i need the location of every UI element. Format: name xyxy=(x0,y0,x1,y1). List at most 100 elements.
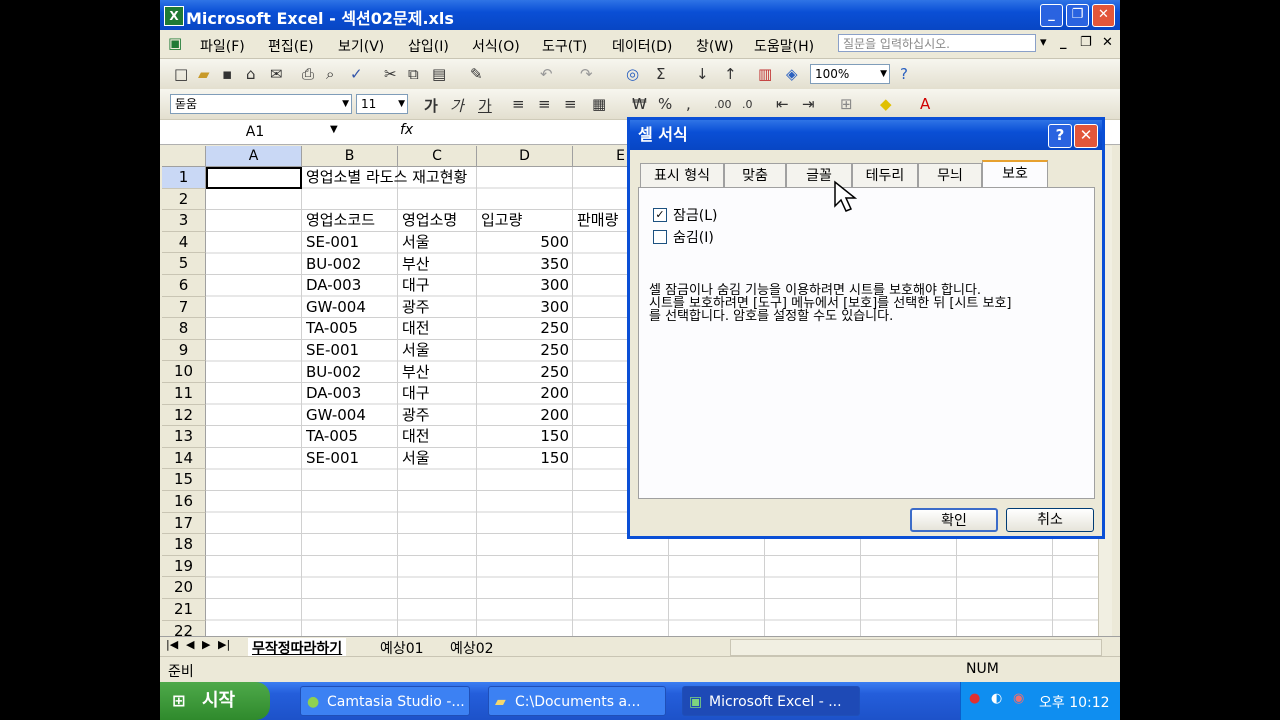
tab-number-format[interactable]: 표시 형식 xyxy=(640,163,724,187)
spelling-icon[interactable]: ✓ xyxy=(350,65,363,83)
menu-data[interactable]: 데이터(D) xyxy=(612,36,672,56)
row-header-2[interactable]: 2 xyxy=(162,188,206,211)
row-header-21[interactable]: 21 xyxy=(162,599,206,621)
row-header-4[interactable]: 4 xyxy=(162,231,206,254)
cell-qty[interactable]: 150 xyxy=(477,426,569,447)
row-header-3[interactable]: 3 xyxy=(162,210,206,232)
fill-color-icon[interactable]: ◆ xyxy=(880,95,892,113)
row-header-19[interactable]: 19 xyxy=(162,555,206,578)
cancel-button[interactable]: 취소 xyxy=(1006,508,1094,532)
lock-checkbox[interactable]: ✓ xyxy=(653,208,667,222)
print-icon[interactable]: ⎙ xyxy=(302,65,314,83)
paste-icon[interactable]: ▤ xyxy=(432,65,446,83)
row-header-12[interactable]: 12 xyxy=(162,404,206,427)
cell-code[interactable]: GW-004 xyxy=(306,297,366,318)
menu-format[interactable]: 서식(O) xyxy=(472,36,520,56)
row-header-17[interactable]: 17 xyxy=(162,512,206,535)
cell-code[interactable]: SE-001 xyxy=(306,232,359,253)
help-button[interactable]: ? xyxy=(1048,124,1072,148)
currency-button[interactable]: ₩ xyxy=(632,95,647,113)
menu-file[interactable]: 파일(F) xyxy=(200,36,245,56)
underline-button[interactable]: 가 xyxy=(478,95,492,116)
cell-branch[interactable]: 서울 xyxy=(402,448,430,469)
cell-header[interactable]: 입고량 xyxy=(481,210,522,231)
help-icon[interactable]: ? xyxy=(900,65,908,83)
function-icon[interactable]: fx xyxy=(400,122,413,138)
decrease-decimal-icon[interactable]: .0 xyxy=(742,98,753,111)
row-header-20[interactable]: 20 xyxy=(162,577,206,599)
redo-icon[interactable]: ↷ xyxy=(580,65,593,83)
copy-icon[interactable]: ⧉ xyxy=(408,65,419,83)
bold-button[interactable]: 가 xyxy=(424,95,438,116)
increase-indent-icon[interactable]: ⇥ xyxy=(802,95,815,113)
cell-qty[interactable]: 250 xyxy=(477,362,569,383)
cell-header[interactable]: 영업소명 xyxy=(402,210,457,231)
decrease-indent-icon[interactable]: ⇤ xyxy=(776,95,789,113)
dialog-close-button[interactable]: ✕ xyxy=(1074,124,1098,148)
font-size-select[interactable]: 11 ▼ xyxy=(356,94,408,114)
chevron-down-icon[interactable]: ▾ xyxy=(1040,35,1047,50)
cell-qty[interactable]: 150 xyxy=(477,448,569,469)
tray-app-icon[interactable]: ◐ xyxy=(991,691,1002,706)
percent-button[interactable]: % xyxy=(658,95,672,113)
cell-branch[interactable]: 서울 xyxy=(402,232,430,253)
task-explorer[interactable]: ▰ C:\Documents a... xyxy=(488,686,666,716)
merge-center-icon[interactable]: ▦ xyxy=(592,95,606,113)
open-folder-icon[interactable]: ▰ xyxy=(198,65,210,83)
tab-pattern[interactable]: 무늬 xyxy=(918,163,982,187)
tray-record-icon[interactable]: ● xyxy=(969,691,980,706)
chart-wizard-icon[interactable]: ▥ xyxy=(758,65,772,83)
row-header-18[interactable]: 18 xyxy=(162,534,206,556)
col-header-d[interactable]: D xyxy=(477,146,573,167)
doc-restore-button[interactable]: ❐ xyxy=(1080,35,1092,50)
col-header-b[interactable]: B xyxy=(302,146,398,167)
increase-decimal-icon[interactable]: .00 xyxy=(714,98,732,111)
start-button[interactable]: ⊞ 시작 xyxy=(160,682,270,720)
menu-view[interactable]: 보기(V) xyxy=(338,36,384,56)
menu-help[interactable]: 도움말(H) xyxy=(754,36,814,56)
cell-branch[interactable]: 부산 xyxy=(402,254,430,275)
col-header-c[interactable]: C xyxy=(398,146,477,167)
cell-branch[interactable]: 서울 xyxy=(402,340,430,361)
menu-tools[interactable]: 도구(T) xyxy=(542,36,587,56)
doc-close-button[interactable]: ✕ xyxy=(1102,35,1113,50)
cell-qty[interactable]: 350 xyxy=(477,254,569,275)
tab-nav-last-icon[interactable]: ▶| xyxy=(218,638,230,651)
sheet-tab[interactable]: 예상01 xyxy=(380,638,424,658)
zoom-select[interactable]: 100% ▼ xyxy=(810,64,890,84)
cell-header[interactable]: 판매량 xyxy=(577,210,618,231)
menu-edit[interactable]: 편집(E) xyxy=(268,36,314,56)
row-header-6[interactable]: 6 xyxy=(162,275,206,297)
task-camtasia[interactable]: ● Camtasia Studio -... xyxy=(300,686,470,716)
new-file-icon[interactable]: □ xyxy=(174,65,188,83)
borders-icon[interactable]: ⊞ xyxy=(840,95,853,113)
cell-qty[interactable]: 500 xyxy=(477,232,569,253)
hyperlink-icon[interactable]: ◎ xyxy=(626,65,639,83)
chevron-down-icon[interactable]: ▼ xyxy=(330,124,338,135)
minimize-button[interactable]: _ xyxy=(1040,4,1063,27)
undo-icon[interactable]: ↶ xyxy=(540,65,553,83)
cell-branch[interactable]: 대전 xyxy=(402,426,430,447)
font-color-icon[interactable]: A xyxy=(920,95,930,113)
sort-descending-icon[interactable]: ↑ xyxy=(724,65,737,83)
cell-code[interactable]: BU-002 xyxy=(306,254,361,275)
align-center-icon[interactable]: ≡ xyxy=(538,95,551,113)
row-header-1[interactable]: 1 xyxy=(162,167,206,189)
col-header-a[interactable]: A xyxy=(206,146,302,167)
font-select[interactable]: 돋움 ▼ xyxy=(170,94,352,114)
row-header-13[interactable]: 13 xyxy=(162,426,206,448)
tab-alignment[interactable]: 맞춤 xyxy=(724,163,786,187)
cell-code[interactable]: TA-005 xyxy=(306,426,358,447)
sheet-tab[interactable]: 예상02 xyxy=(450,638,494,658)
cell-branch[interactable]: 대전 xyxy=(402,318,430,339)
cell-qty[interactable]: 250 xyxy=(477,340,569,361)
row-header-11[interactable]: 11 xyxy=(162,383,206,405)
help-search-input[interactable]: 질문을 입력하십시오. xyxy=(838,34,1036,52)
row-header-8[interactable]: 8 xyxy=(162,318,206,340)
excel-doc-icon[interactable]: ▣ xyxy=(168,34,182,52)
row-header-22[interactable]: 22 xyxy=(162,620,206,636)
cell-branch[interactable]: 부산 xyxy=(402,362,430,383)
cell-header[interactable]: 영업소코드 xyxy=(306,210,375,231)
cell-branch[interactable]: 광주 xyxy=(402,297,430,318)
tray-status-icon[interactable]: ◉ xyxy=(1013,691,1024,706)
